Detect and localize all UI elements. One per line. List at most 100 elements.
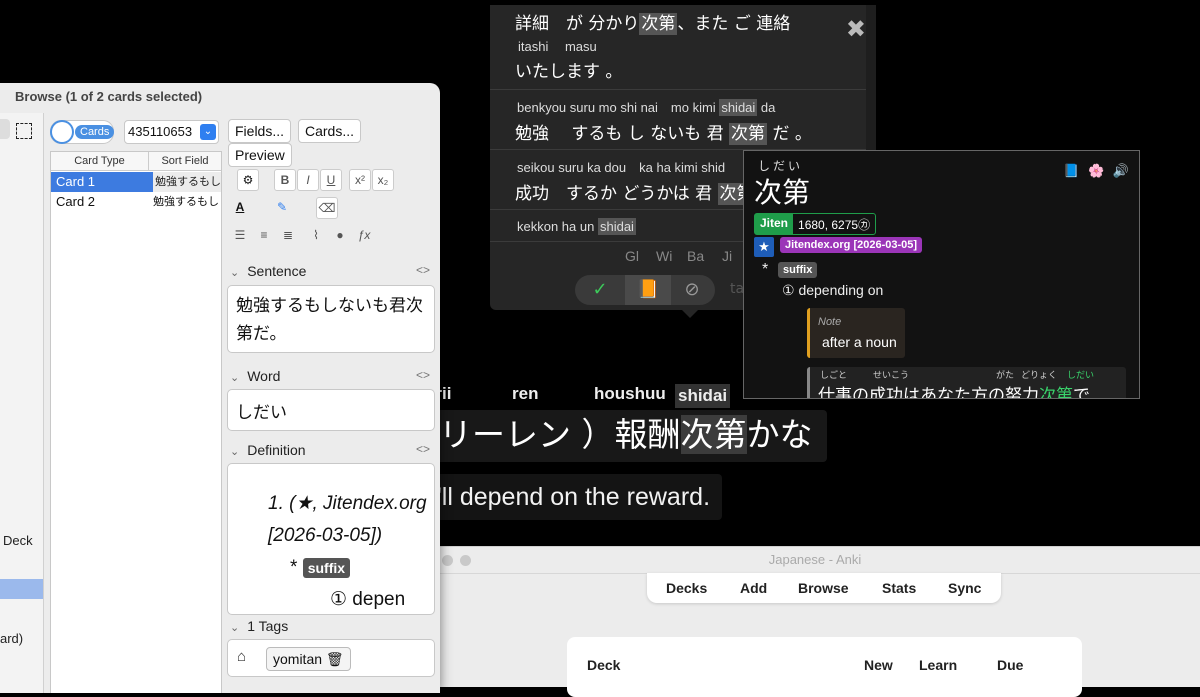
tab-ji[interactable]: Ji <box>722 248 732 264</box>
bullet: * <box>290 557 298 578</box>
definition-line: 1. (★, Jitendex.org [2026-03-05]) <box>268 493 427 546</box>
chevron-down-icon[interactable]: ⌄ <box>230 372 239 384</box>
cell-card-type: Card 1 <box>56 174 96 189</box>
field-header-sentence[interactable]: ⌄ Sentence <> <box>230 263 430 279</box>
table-row[interactable]: Card 2 勉強するもし <box>51 192 221 212</box>
chevron-down-icon[interactable]: ⌄ <box>200 124 216 140</box>
sidebar-item-deck[interactable]: Deck <box>3 533 33 548</box>
cards-button[interactable]: Cards... <box>298 119 362 143</box>
column-card-type[interactable]: Card Type <box>51 152 149 171</box>
book-icon[interactable]: 📘 <box>1063 163 1079 178</box>
note-text: after a noun <box>822 334 897 350</box>
toggle-label: Cards <box>75 125 115 139</box>
chevron-down-icon[interactable]: ⌄ <box>230 267 239 279</box>
bullet-list-icon[interactable]: ☰ <box>230 225 250 245</box>
row-highlight: 次第 <box>639 13 678 35</box>
definition-field[interactable]: 1. (★, Jitendex.org [2026-03-05]) * suff… <box>227 463 435 615</box>
text-color-icon[interactable]: A <box>230 197 250 217</box>
table-row[interactable]: Card 1 勉強するもし <box>51 172 221 192</box>
subtitle-text: リーレン ）報酬 <box>439 415 681 454</box>
field-header-word[interactable]: ⌄ Word <> <box>230 368 430 384</box>
cards-notes-toggle[interactable]: Cards <box>50 120 115 144</box>
attach-icon[interactable]: ⌇ <box>306 225 326 245</box>
deck-list: Deck New Learn Due <box>567 637 1082 697</box>
headword: 次第 <box>754 176 811 209</box>
highlight-color-icon[interactable]: ✎ <box>272 197 292 217</box>
anki-add-icon[interactable]: 🌸 <box>1088 163 1104 178</box>
gear-icon[interactable]: ⚙ <box>237 169 259 191</box>
numbered-list-icon[interactable]: ≡ <box>254 225 274 245</box>
toolbar-add[interactable]: Add <box>740 580 767 596</box>
eraser-icon[interactable]: ⌫ <box>316 197 338 219</box>
romaji-word: ren <box>512 384 539 403</box>
example-furigana: しだい <box>1067 370 1095 380</box>
frequency-value: 1680, 6275㋕ <box>798 218 871 232</box>
word-value: しだい <box>236 403 287 423</box>
word-field[interactable]: しだい <box>227 389 435 431</box>
example-furigana: どりょく <box>1021 370 1058 380</box>
tab-ba[interactable]: Ba <box>687 248 704 264</box>
toggle-knob <box>52 122 72 142</box>
html-editor-icon[interactable]: <> <box>416 368 430 382</box>
align-icon[interactable]: ≣ <box>278 225 298 245</box>
subtitle-english: 'll depend on the reward. <box>425 474 723 520</box>
definition-line: ① depen <box>330 589 406 610</box>
tab-wi[interactable]: Wi <box>656 248 672 264</box>
row-romaji: seikou suru ka dou ka ha kimi shid <box>517 160 726 175</box>
tab-gl[interactable]: Gl <box>625 248 639 264</box>
field-label: Word <box>247 368 281 384</box>
bold-button[interactable]: B <box>274 169 296 191</box>
search-input[interactable]: 435110653 ⌄ <box>124 120 219 144</box>
note-editor: Fields... Cards... Preview ⚙ B I U x² x₂… <box>222 113 440 693</box>
action-bar: ✓ 📙 ⊘ <box>575 275 715 305</box>
tag-label: yomitan <box>273 651 323 667</box>
tag-editor[interactable]: ⌂ yomitan 🗑 <box>227 639 435 677</box>
subtitle-japanese[interactable]: リーレン ）報酬次第かな <box>425 410 827 462</box>
trash-icon[interactable]: 🗑 <box>326 651 344 667</box>
window-title: Browse (1 of 2 cards selected) <box>15 89 203 104</box>
html-editor-icon[interactable]: <> <box>416 442 430 456</box>
book-icon[interactable]: 📙 <box>625 275 671 305</box>
subtitle-row[interactable]: 詳細 が 分かり 次第 、また ご 連絡 itashi masu いたします 。 <box>490 5 866 90</box>
row-text: いたします 。 <box>515 62 623 82</box>
frequency-label: Jiten <box>755 214 794 234</box>
sidebar-selected-item[interactable] <box>0 579 43 599</box>
toolbar-decks[interactable]: Decks <box>666 580 707 596</box>
superscript-button[interactable]: x² <box>349 169 371 191</box>
function-icon[interactable]: ƒx <box>354 225 374 245</box>
dictionary-popup: しだい 次第 📘 🌸 🔊 Jiten 1680, 6275㋕ ★ Jitende… <box>743 150 1140 399</box>
tag-chip[interactable]: yomitan 🗑 <box>266 647 351 671</box>
field-header-definition[interactable]: ⌄ Definition <> <box>230 442 430 458</box>
frequency-badge: Jiten 1680, 6275㋕ <box>754 213 877 235</box>
toolbar-browse[interactable]: Browse <box>798 580 849 596</box>
cell-sort-field: 勉強するもし <box>153 172 221 192</box>
chevron-down-icon[interactable]: ⌄ <box>230 622 239 634</box>
toolbar-stats[interactable]: Stats <box>882 580 916 596</box>
row-text: 成功 するか どうかは 君 <box>515 184 713 204</box>
pos-tag: suffix <box>302 558 351 578</box>
example-furigana: がた <box>996 370 1015 380</box>
sidebar-tool[interactable] <box>0 119 10 139</box>
column-sort-field[interactable]: Sort Field <box>149 152 221 171</box>
html-editor-icon[interactable]: <> <box>416 263 430 277</box>
microphone-icon[interactable]: ● <box>330 225 350 245</box>
sentence-field[interactable]: 勉強するもしないも君次第だ。 <box>227 285 435 353</box>
subtitle-highlight[interactable]: 次第 <box>680 415 747 454</box>
preview-button[interactable]: Preview <box>228 143 292 167</box>
tags-header[interactable]: ⌄ 1 Tags <box>230 618 430 634</box>
italic-button[interactable]: I <box>297 169 319 191</box>
audio-icon[interactable]: 🔊 <box>1113 163 1129 178</box>
subtitle-row-active[interactable]: benkyou suru mo shi nai mo kimi shidai d… <box>490 89 866 150</box>
underline-button[interactable]: U <box>320 169 342 191</box>
subtitle-text: かな <box>746 415 813 454</box>
toolbar-sync[interactable]: Sync <box>948 580 981 596</box>
sidebar-item-card[interactable]: ard) <box>0 631 23 646</box>
star-icon: ★ <box>754 237 774 257</box>
fields-button[interactable]: Fields... <box>228 119 292 143</box>
check-icon[interactable]: ✓ <box>577 275 623 305</box>
blocked-icon[interactable]: ⊘ <box>669 275 715 305</box>
select-tool-icon[interactable] <box>16 123 32 139</box>
definition-text: ① depending on <box>782 282 884 298</box>
subscript-button[interactable]: x₂ <box>372 169 394 191</box>
chevron-down-icon[interactable]: ⌄ <box>230 446 239 458</box>
